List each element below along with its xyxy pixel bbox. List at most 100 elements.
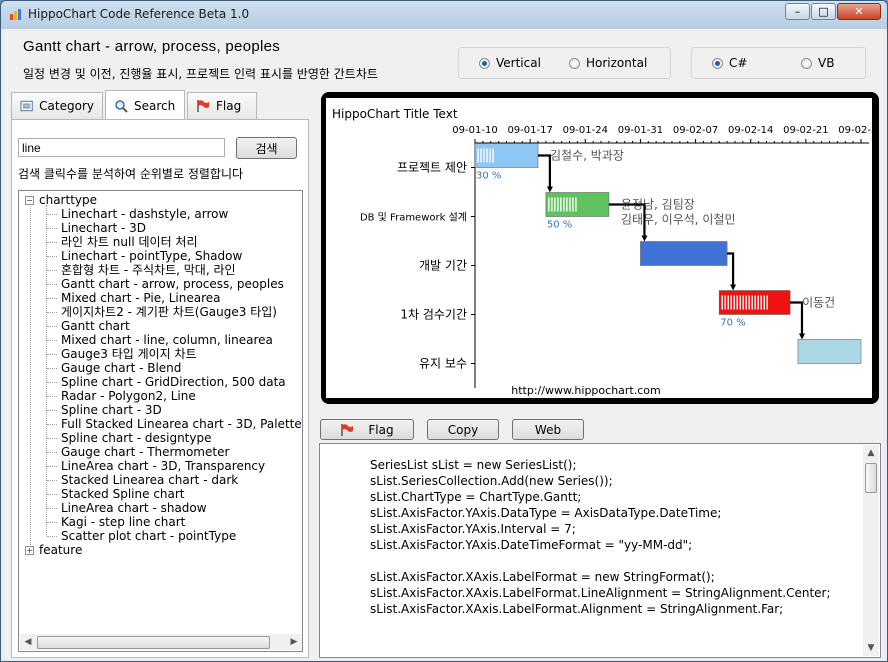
tab-strip: Category Search Flag [11, 90, 309, 120]
vb-radio-dot [801, 57, 812, 69]
list-icon [20, 100, 33, 112]
search-panel: 검색 검색 클릭수를 분석하여 순위별로 정렬합니다 − charttype L… [11, 119, 309, 658]
tree-item[interactable]: Gauge chart - Blend [61, 361, 181, 375]
code-editor[interactable]: SeriesList sList = new SeriesList(); sLis… [319, 443, 881, 658]
scroll-thumb[interactable] [37, 636, 270, 649]
orientation-group: Vertical Horizontal [458, 47, 671, 79]
code-line: sList.ChartType = ChartType.Gantt; [370, 490, 582, 504]
tab-category[interactable]: Category [11, 92, 103, 119]
code-line: sList.AxisFactor.XAxis.LabelFormat = new… [370, 570, 715, 584]
tree-item[interactable]: Spline chart - 3D [61, 403, 162, 417]
x-tick-label: 09-02-14 [728, 125, 773, 136]
collapse-icon[interactable]: − [25, 196, 34, 205]
code-line: sList.AxisFactor.XAxis.LabelFormat.Align… [370, 602, 784, 616]
gantt-bar [797, 339, 862, 364]
tree-item[interactable]: Mixed chart - line, column, linearea [61, 333, 273, 347]
tree-item[interactable]: Linechart - pointType, Shadow [61, 249, 242, 263]
y-tick-label: 프로젝트 제안 [397, 161, 467, 175]
tree-item[interactable]: Radar - Polygon2, Line [61, 389, 196, 403]
vertical-radio[interactable]: Vertical [479, 56, 541, 70]
scroll-right-icon[interactable]: ▶ [287, 635, 301, 649]
scroll-thumb[interactable] [865, 463, 877, 493]
tree-guide-line [47, 228, 57, 229]
dependency-arrow [538, 154, 551, 189]
tree-guide-line [47, 536, 57, 537]
x-tick-label: 09-01-10 [452, 125, 497, 136]
tree-guide-line [47, 424, 57, 425]
tree-item[interactable]: Full Stacked Linearea chart - 3D, Palett… [61, 417, 302, 431]
tab-flag[interactable]: Flag [187, 92, 257, 119]
search-help-text: 검색 클릭수를 분석하여 순위별로 정렬합니다 [18, 167, 244, 181]
tree-item[interactable]: 혼합형 차트 - 주식차트, 막대, 라인 [61, 263, 236, 277]
tree-guide-line [46, 205, 47, 535]
people-label: 이동건 [802, 296, 835, 310]
tree-item[interactable]: Spline chart - GridDirection, 500 data [61, 375, 286, 389]
scroll-left-icon[interactable]: ◀ [21, 635, 35, 649]
vertical-radio-label: Vertical [496, 56, 541, 70]
tree-item[interactable]: Gantt chart - arrow, process, peoples [61, 277, 284, 291]
tree-horizontal-scrollbar[interactable]: ◀ ▶ [20, 634, 302, 650]
progress-label: 50 % [547, 220, 572, 231]
chart-frame: HippoChart Title Text 09-01-10 09-01-17 09-… [321, 92, 884, 404]
tree-item[interactable]: Mixed chart - Pie, Linearea [61, 291, 220, 305]
x-tick-label: 09-02-28 [838, 125, 872, 136]
chart-tree[interactable]: − charttype Linechart - dashstyle, arrow… [18, 190, 303, 652]
tab-search-label: Search [134, 98, 176, 113]
tree-item[interactable]: Linechart - 3D [61, 221, 146, 235]
tree-item[interactable]: LineArea chart - 3D, Transparency [61, 459, 265, 473]
tree-item[interactable]: Stacked Spline chart [61, 487, 185, 501]
header: Gantt chart - arrow, process, peoples 일정… [5, 29, 883, 87]
csharp-radio[interactable]: C# [712, 56, 747, 70]
tree-item[interactable]: Spline chart - designtype [61, 431, 211, 445]
scroll-down-icon[interactable]: ▼ [864, 641, 878, 655]
tree-guide-line [47, 410, 57, 411]
chart-footer: http://www.hippochart.com [511, 384, 660, 397]
search-input[interactable] [18, 138, 225, 157]
tree-guide-line [47, 396, 57, 397]
code-line: sList.AxisFactor.YAxis.Interval = 7; [370, 522, 576, 536]
tree-item[interactable]: Linechart - dashstyle, arrow [61, 207, 228, 221]
tree-guide-line [47, 298, 57, 299]
x-tick-label: 09-02-21 [783, 125, 828, 136]
flag-button[interactable]: Flag [320, 419, 414, 440]
tree-item[interactable]: Gantt chart [61, 319, 130, 333]
window-title: HippoChart Code Reference Beta 1.0 [28, 7, 250, 21]
tree-item[interactable]: Gauge3 타입 게이지 차트 [61, 347, 197, 361]
x-tick-label: 09-01-17 [507, 125, 552, 136]
tree-item[interactable]: Kagi - step line chart [61, 515, 185, 529]
copy-button[interactable]: Copy [427, 419, 499, 440]
title-bar[interactable]: HippoChart Code Reference Beta 1.0 – □ ✕ [1, 1, 887, 29]
close-button[interactable]: ✕ [837, 3, 881, 20]
tree-item[interactable]: Stacked Linearea chart - dark [61, 473, 238, 487]
tree-item[interactable]: 라인 차트 null 데이터 처리 [61, 235, 198, 249]
tab-search[interactable]: Search [105, 90, 185, 120]
scroll-up-icon[interactable]: ▲ [864, 446, 878, 460]
tree-guide-line [47, 214, 57, 215]
tree-item[interactable]: LineArea chart - shadow [61, 501, 207, 515]
web-button[interactable]: Web [512, 419, 584, 440]
tree-guide-line [47, 354, 57, 355]
vertical-radio-dot [479, 57, 490, 69]
gantt-bar [640, 241, 728, 266]
tree-guide-line [47, 382, 57, 383]
vb-radio-label: VB [818, 56, 835, 70]
horizontal-radio-label: Horizontal [586, 56, 648, 70]
tree-guide-line [47, 284, 57, 285]
vb-radio[interactable]: VB [801, 56, 834, 70]
tree-item[interactable]: 게이지차트2 - 계기판 차트(Gauge3 타입) [61, 305, 277, 319]
code-vertical-scrollbar[interactable]: ▲ ▼ [863, 445, 879, 656]
tree-guide-line [47, 312, 57, 313]
y-tick-label: 유지 보수 [419, 357, 467, 371]
minimize-button[interactable]: – [785, 3, 810, 20]
app-icon [10, 9, 21, 20]
copy-button-label: Copy [447, 422, 479, 437]
magnifier-icon [115, 99, 128, 113]
tree-item[interactable]: Scatter plot chart - pointType [61, 529, 236, 543]
csharp-radio-dot [712, 57, 723, 69]
horizontal-radio[interactable]: Horizontal [569, 56, 647, 70]
search-button[interactable]: 검색 [236, 137, 297, 159]
expand-icon[interactable]: + [25, 546, 34, 555]
maximize-button[interactable]: □ [811, 3, 836, 20]
tree-guide-line [47, 438, 57, 439]
tree-item[interactable]: Gauge chart - Thermometer [61, 445, 229, 459]
